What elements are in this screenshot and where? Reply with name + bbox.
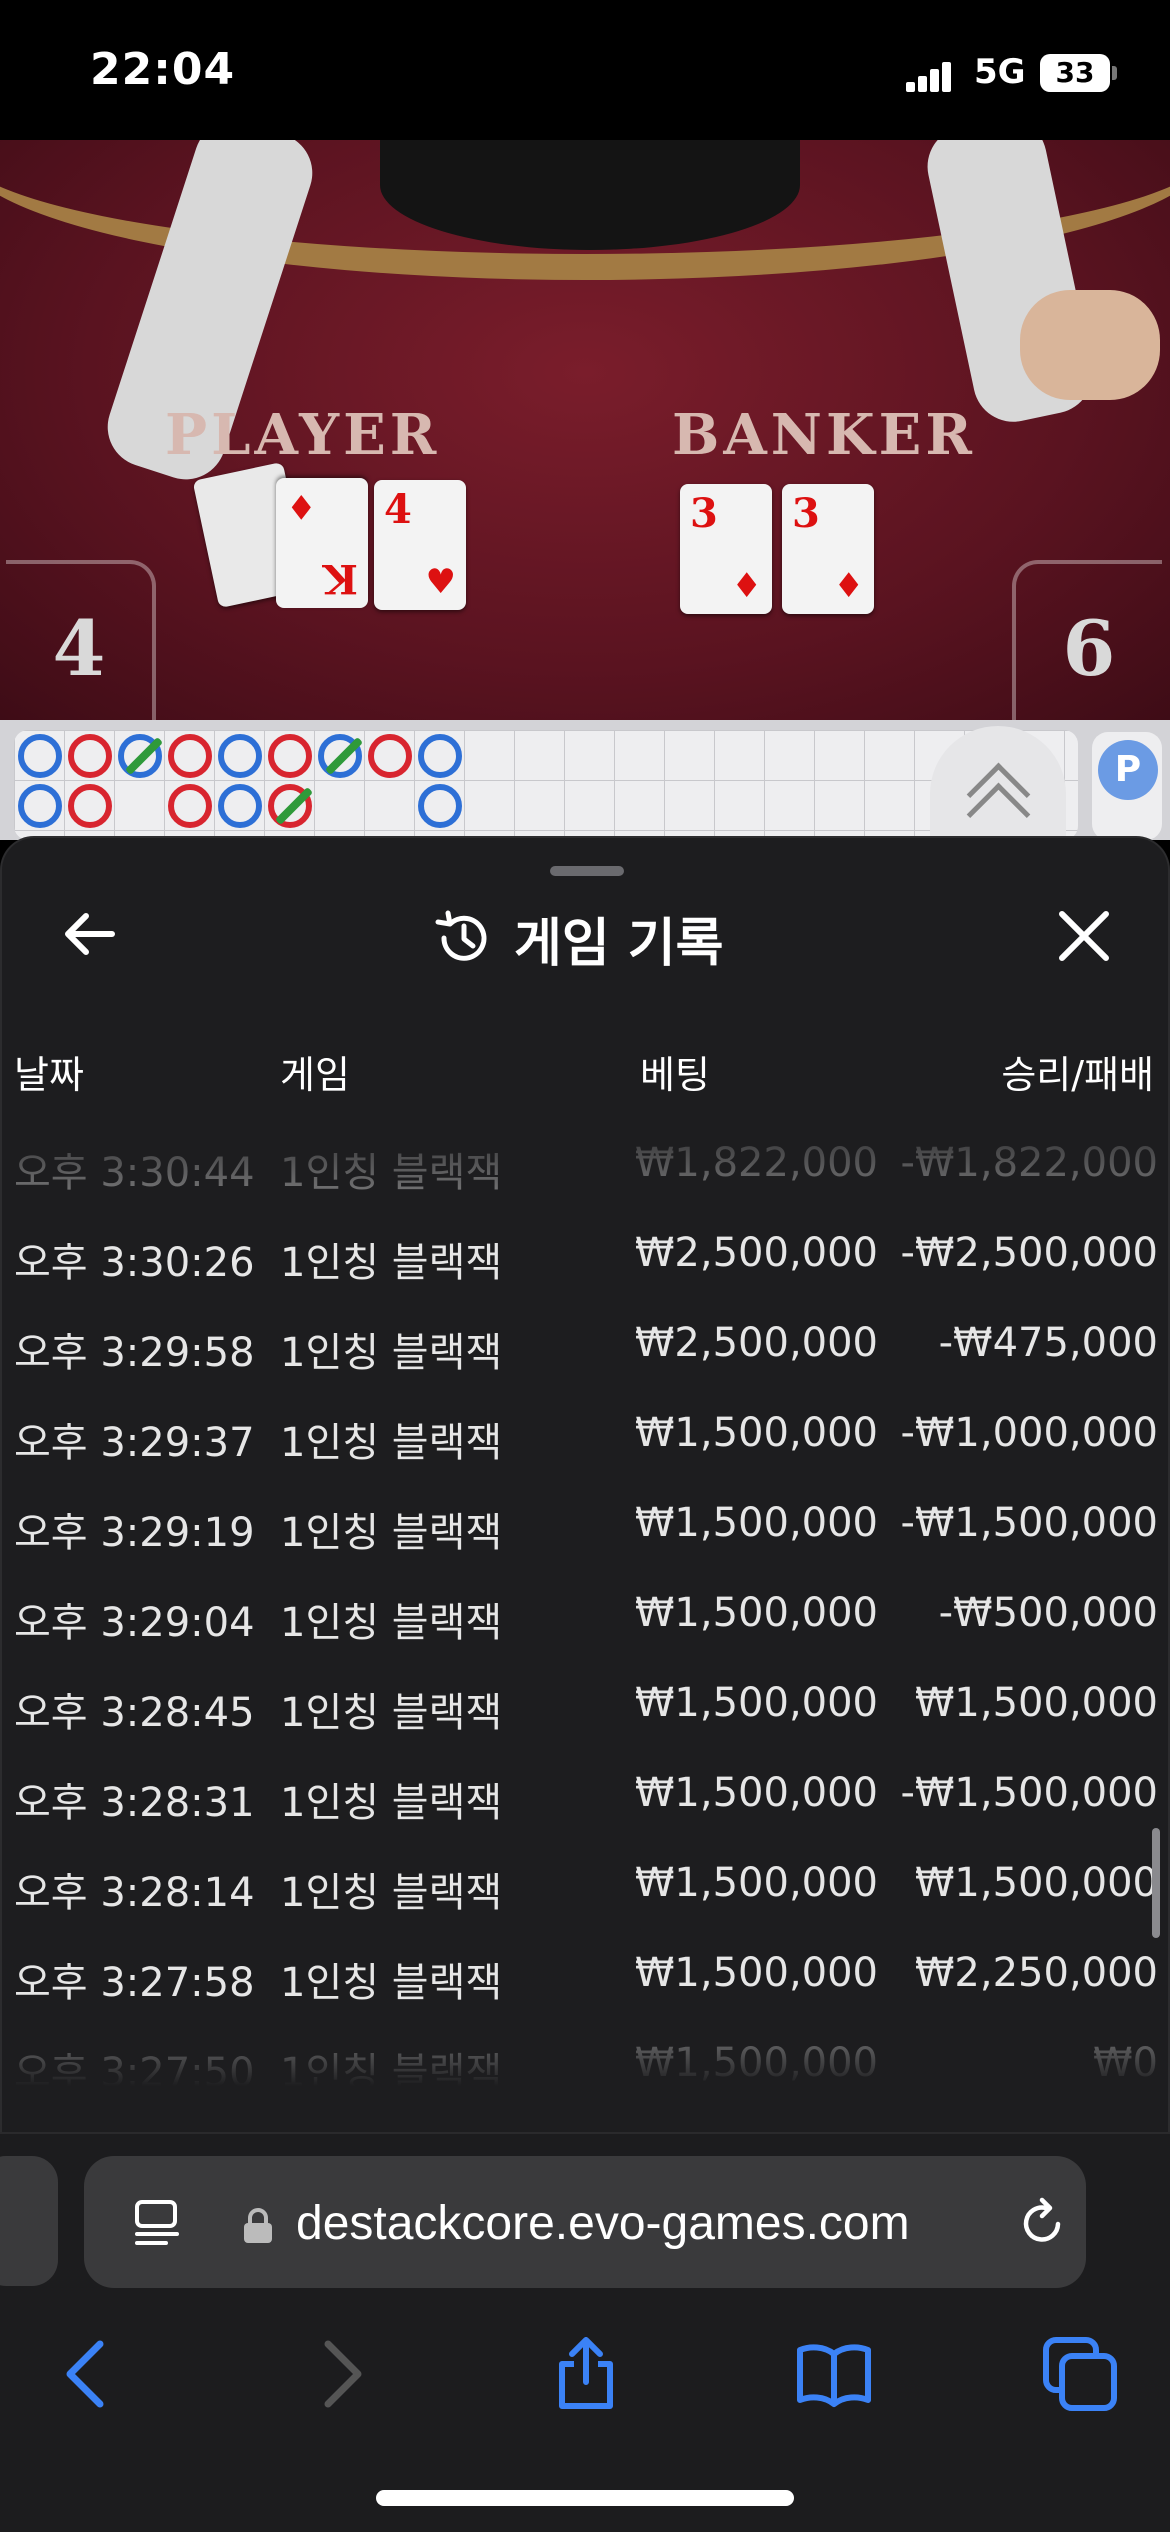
table-row[interactable]: 오후 3:28:31 1인칭 블랙잭 ₩1,500,000 -₩1,500,000 — [2, 1750, 1168, 1840]
bead-banker-tie — [268, 784, 314, 828]
game-history-sheet: 게임 기록 날짜 게임 베팅 승리/패배 오후 3:30:44 1인칭 블랙잭 ₩1… — [0, 836, 1170, 2132]
bead-banker — [168, 734, 212, 778]
bead-banker — [68, 734, 112, 778]
bead-player — [418, 784, 462, 828]
bead-player-tie — [318, 734, 364, 778]
player-prediction-badge: P — [1098, 740, 1158, 800]
bead-player — [218, 784, 262, 828]
address-bar[interactable]: destackcore.evo-games.com — [84, 2156, 1086, 2288]
roadmap-grid — [14, 730, 1078, 840]
status-bar: 22:04 5G 33 — [0, 0, 1170, 140]
sheet-title-text: 게임 기록 — [514, 913, 724, 974]
bead-banker — [68, 784, 112, 828]
table-row[interactable]: 오후 3:29:04 1인칭 블랙잭 ₩1,500,000 -₩500,000 — [2, 1570, 1168, 1660]
banker-score: 6 — [1012, 560, 1162, 720]
banker-area-label: BANKER — [672, 402, 976, 468]
table-row[interactable]: 오후 3:28:14 1인칭 블랙잭 ₩1,500,000 ₩1,500,000 — [2, 1840, 1168, 1930]
banker-card-1: 3 ♦ — [680, 484, 772, 614]
sheet-title: 게임 기록 — [432, 908, 723, 974]
home-indicator[interactable] — [376, 2490, 794, 2506]
bead-player — [18, 734, 62, 778]
table-row[interactable]: 오후 3:29:37 1인칭 블랙잭 ₩1,500,000 -₩1,000,000 — [2, 1390, 1168, 1480]
column-header-date: 날짜 — [14, 1053, 84, 1097]
reader-mode-icon[interactable] — [132, 2198, 182, 2248]
reload-icon[interactable] — [1016, 2196, 1070, 2250]
battery-icon: 33 — [1040, 54, 1110, 92]
status-time: 22:04 — [90, 44, 236, 95]
banker-card-2: 3 ♦ — [782, 484, 874, 614]
bead-player-tie — [118, 734, 164, 778]
browser-toolbar: destackcore.evo-games.com — [0, 2132, 1170, 2532]
player-score: 4 — [6, 560, 156, 720]
table-row[interactable]: 오후 3:27:58 1인칭 블랙잭 ₩1,500,000 ₩2,250,000 — [2, 1930, 1168, 2020]
table-row[interactable]: 오후 3:30:26 1인칭 블랙잭 ₩2,500,000 -₩2,500,000 — [2, 1210, 1168, 1300]
bead-banker — [268, 734, 312, 778]
column-header-bet: 베팅 — [640, 1053, 710, 1097]
bead-banker — [168, 784, 212, 828]
share-icon[interactable] — [546, 2334, 626, 2414]
book-icon[interactable] — [794, 2334, 874, 2414]
player-card-2: 4 ♥ — [374, 480, 466, 610]
previous-tab-preview[interactable] — [0, 2156, 58, 2286]
tabs-icon[interactable] — [1040, 2334, 1120, 2414]
close-x-icon[interactable] — [1052, 904, 1116, 968]
bead-player — [18, 784, 62, 828]
bead-banker — [368, 734, 412, 778]
scrollbar[interactable] — [1152, 1828, 1160, 1938]
bead-player — [418, 734, 462, 778]
bead-roadmap[interactable]: P — [0, 720, 1170, 846]
table-row[interactable]: 오후 3:29:19 1인칭 블랙잭 ₩1,500,000 -₩1,500,000 — [2, 1480, 1168, 1570]
cellular-signal-icon — [906, 60, 952, 92]
player-prediction-panel[interactable]: P — [1092, 732, 1162, 840]
url-text: destackcore.evo-games.com — [296, 2197, 910, 2250]
table-row[interactable]: 오후 3:28:45 1인칭 블랙잭 ₩1,500,000 ₩1,500,000 — [2, 1660, 1168, 1750]
column-header-result: 승리/패배 — [1001, 1053, 1154, 1097]
table-row[interactable]: 오후 3:27:50 1인칭 블랙잭 ₩1,500,000 ₩0 — [2, 2020, 1168, 2110]
lock-icon — [244, 2208, 272, 2243]
battery-tip — [1112, 66, 1117, 80]
history-clock-icon — [435, 910, 487, 961]
live-game-video[interactable]: PLAYER BANKER K ♦ 4 ♥ 3 ♦ 3 ♦ 4 6 — [0, 140, 1170, 720]
network-type: 5G — [974, 52, 1026, 92]
bead-player — [218, 734, 262, 778]
table-row[interactable]: 오후 3:30:44 1인칭 블랙잭 ₩1,822,000 -₩1,822,000 — [2, 1120, 1168, 1210]
sheet-grabber[interactable] — [550, 866, 624, 876]
chevron-right-icon[interactable] — [300, 2334, 380, 2414]
dealer-right-hand — [1020, 290, 1160, 400]
player-area-label: PLAYER — [165, 402, 441, 468]
table-row[interactable]: 오후 3:29:58 1인칭 블랙잭 ₩2,500,000 -₩475,000 — [2, 1300, 1168, 1390]
player-card-1: K ♦ — [276, 478, 368, 608]
column-header-game: 게임 — [280, 1053, 350, 1097]
arrow-left-icon[interactable] — [60, 904, 120, 964]
chevron-left-icon[interactable] — [48, 2334, 128, 2414]
